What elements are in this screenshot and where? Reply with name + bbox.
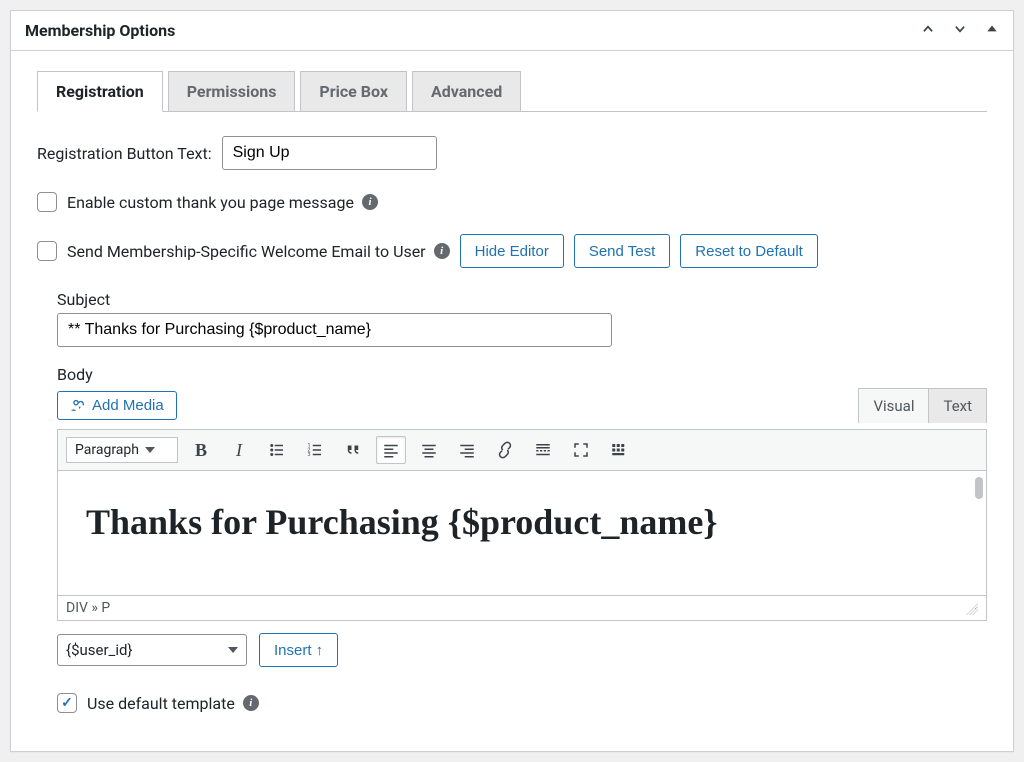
info-icon[interactable]: i [362,194,378,210]
custom-thank-you-row: Enable custom thank you page message i [37,192,987,212]
editor-scrollbar[interactable] [975,477,983,589]
bold-button[interactable]: B [186,436,216,464]
editor-path-bar: DIV » P [57,596,987,621]
caret-down-icon [145,447,155,453]
editor-path-text[interactable]: DIV » P [66,600,110,616]
info-icon[interactable]: i [434,243,450,259]
variable-select[interactable]: {$user_id} [57,634,247,666]
welcome-email-label: Send Membership-Specific Welcome Email t… [67,242,450,261]
use-default-template-checkbox[interactable] [57,693,77,713]
svg-text:3: 3 [307,452,310,458]
panel-controls [921,22,999,40]
subject-label: Subject [57,290,987,309]
registration-button-text-row: Registration Button Text: [37,136,987,170]
editor-content[interactable]: Thanks for Purchasing {$product_name} [57,471,987,596]
insert-button[interactable]: Insert ↑ [259,633,338,667]
registration-button-text-input[interactable] [222,136,437,170]
welcome-email-row: Send Membership-Specific Welcome Email t… [37,234,987,268]
registration-button-text-label: Registration Button Text: [37,144,212,163]
tab-permissions[interactable]: Permissions [168,71,296,112]
toolbar-toggle-button[interactable] [604,436,634,464]
welcome-email-checkbox[interactable] [37,241,57,261]
send-test-button[interactable]: Send Test [574,234,670,268]
custom-thank-you-checkbox[interactable] [37,192,57,212]
tabs: Registration Permissions Price Box Advan… [37,71,987,112]
align-right-button[interactable] [452,436,482,464]
editor-header-row: Add Media Visual Text [57,388,987,423]
blockquote-button[interactable] [338,436,368,464]
tab-advanced[interactable]: Advanced [412,71,521,112]
insert-variable-row: {$user_id} Insert ↑ [57,633,987,667]
align-center-button[interactable] [414,436,444,464]
body-block: Body Add Media Visual Text Paragraph [57,365,987,713]
caret-down-icon [228,647,238,653]
panel-header: Membership Options [11,11,1013,51]
subject-input[interactable] [57,313,612,347]
info-icon[interactable]: i [243,695,259,711]
tab-price-box[interactable]: Price Box [300,71,407,112]
use-default-template-row: Use default template i [57,693,987,713]
format-select[interactable]: Paragraph [66,437,178,463]
panel-title: Membership Options [25,21,175,40]
editor-mode-tabs: Visual Text [859,388,987,423]
editor: Paragraph B I 123 T [57,429,987,621]
fullscreen-button[interactable] [566,436,596,464]
editor-tab-visual[interactable]: Visual [858,388,929,423]
use-default-template-label: Use default template i [87,694,259,713]
editor-tab-text[interactable]: Text [928,388,987,423]
bullet-list-button[interactable] [262,436,292,464]
membership-options-panel: Membership Options Registration Permissi… [10,10,1014,752]
read-more-button[interactable] [528,436,558,464]
align-left-button[interactable] [376,436,406,464]
panel-body: Registration Permissions Price Box Advan… [11,51,1013,751]
editor-heading-text: Thanks for Purchasing {$product_name} [86,501,958,543]
italic-button[interactable]: I [224,436,254,464]
resize-handle[interactable] [962,601,978,615]
reset-to-default-button[interactable]: Reset to Default [680,234,818,268]
collapse-icon[interactable] [985,22,999,40]
chevron-up-icon[interactable] [921,22,935,40]
custom-thank-you-label: Enable custom thank you page message i [67,193,378,212]
editor-toolbar: Paragraph B I 123 [57,429,987,471]
numbered-list-button[interactable]: 123 [300,436,330,464]
tab-registration[interactable]: Registration [37,71,163,112]
body-label: Body [57,365,987,384]
link-button[interactable] [490,436,520,464]
add-media-button[interactable]: Add Media [57,391,177,420]
chevron-down-icon[interactable] [953,22,967,40]
subject-block: Subject [57,290,987,347]
media-icon [70,398,86,414]
hide-editor-button[interactable]: Hide Editor [460,234,564,268]
